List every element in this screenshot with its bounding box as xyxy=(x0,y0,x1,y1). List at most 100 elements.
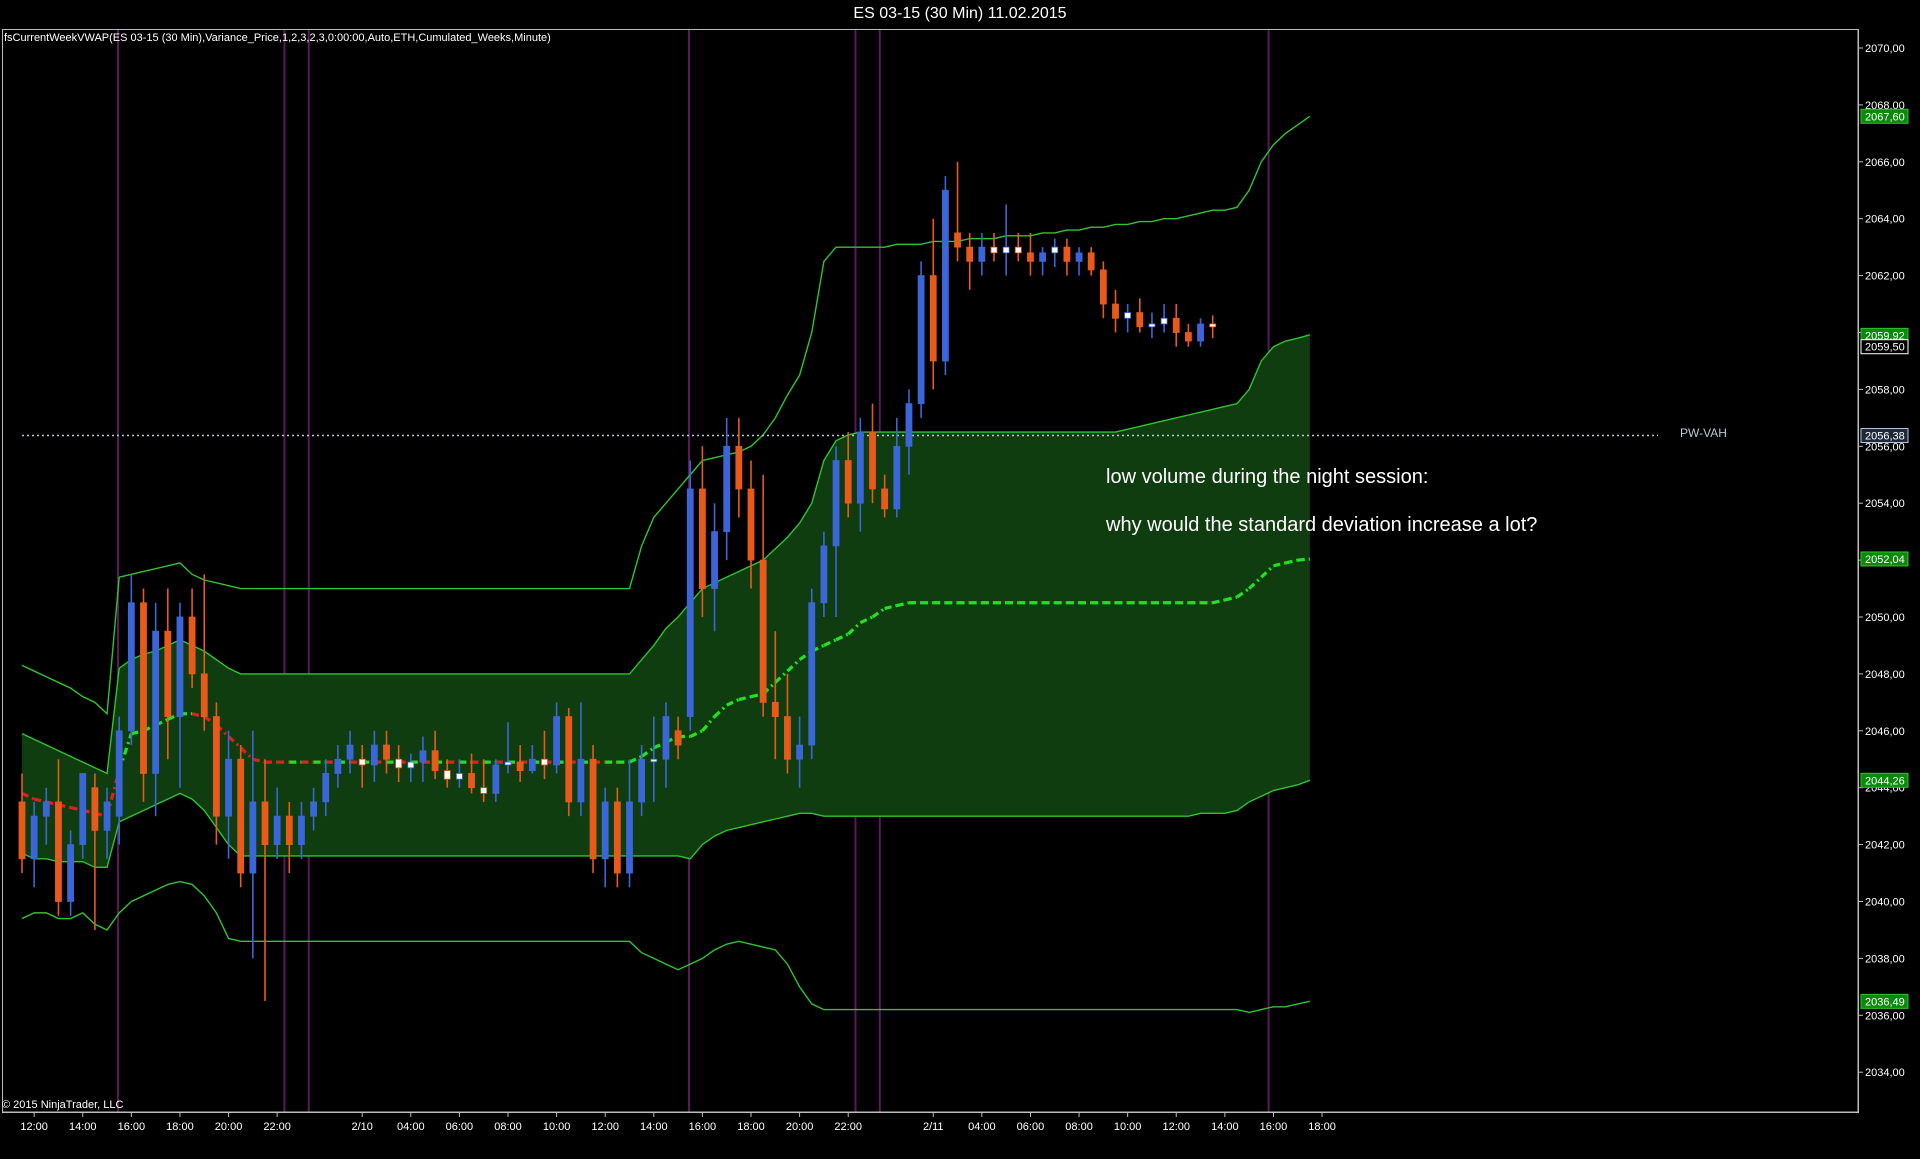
candle-body xyxy=(856,431,864,504)
candle-body xyxy=(516,761,524,772)
candle xyxy=(1063,238,1071,276)
candle xyxy=(978,232,986,276)
candle-body xyxy=(893,445,901,510)
candle-body xyxy=(164,630,172,717)
candle xyxy=(808,588,816,760)
candle-body xyxy=(358,758,366,766)
price-tick-label: 2050,00 xyxy=(1865,612,1905,624)
price-marker-label: 2044,26 xyxy=(1865,775,1905,787)
candle xyxy=(140,588,147,802)
candle-body xyxy=(650,758,658,763)
price-tick-label: 2064,00 xyxy=(1865,214,1905,226)
candle xyxy=(917,261,925,418)
time-tick-label: 18:00 xyxy=(737,1121,765,1133)
annotation-line-1: low volume during the night session: xyxy=(1106,466,1429,488)
candle-body xyxy=(613,801,621,874)
time-tick-label: 22:00 xyxy=(834,1121,862,1133)
candle xyxy=(966,232,974,290)
candle-body xyxy=(699,488,706,589)
candle-body xyxy=(626,801,633,874)
candle-body xyxy=(808,602,816,746)
candle xyxy=(601,787,609,888)
candle xyxy=(954,161,961,262)
annotation-line-2: why would the standard deviation increas… xyxy=(1106,514,1538,536)
price-marker-label: 2036,49 xyxy=(1865,996,1905,1008)
candle-body xyxy=(905,403,913,447)
time-tick-label: 12:00 xyxy=(1162,1121,1190,1133)
price-chart[interactable]: 2070,002068,002066,002064,002062,002060,… xyxy=(0,0,1920,1159)
candle-body xyxy=(966,246,974,262)
candle-body xyxy=(55,801,62,902)
time-tick-label: 2/11 xyxy=(923,1121,944,1133)
candle-body xyxy=(310,801,318,817)
price-tick-label: 2034,00 xyxy=(1865,1067,1905,1079)
candle-body xyxy=(686,488,694,717)
candle-body xyxy=(820,545,828,604)
price-marker-label: 2052,04 xyxy=(1865,554,1905,566)
candle-body xyxy=(212,716,220,817)
time-tick-label: 14:00 xyxy=(1211,1121,1239,1133)
candle-body xyxy=(395,758,403,769)
time-tick-label: 2/10 xyxy=(351,1121,372,1133)
candle-body xyxy=(492,764,500,794)
price-tick-label: 2062,00 xyxy=(1865,271,1905,283)
candle-body xyxy=(601,801,609,860)
candle xyxy=(237,745,245,888)
candle xyxy=(1039,247,1046,276)
candle-body xyxy=(577,758,585,803)
candle-body xyxy=(528,758,536,772)
candle-body xyxy=(784,716,791,760)
candle-body xyxy=(978,246,986,262)
candle xyxy=(188,588,196,689)
candle-body xyxy=(1051,246,1059,254)
candle-body xyxy=(455,773,463,780)
candle xyxy=(1014,232,1022,262)
candle-body xyxy=(1099,269,1107,305)
candle xyxy=(723,417,731,561)
candle-body xyxy=(1160,317,1168,325)
candle-body xyxy=(1112,303,1119,319)
candle-body xyxy=(723,445,731,533)
candle xyxy=(929,218,937,390)
candle-body xyxy=(103,801,111,831)
price-tick-label: 2066,00 xyxy=(1865,157,1905,169)
candle-body xyxy=(443,770,451,780)
price-marker: 2059,50 xyxy=(1860,339,1909,355)
time-tick-label: 08:00 xyxy=(1065,1121,1093,1133)
price-tick-label: 2056,00 xyxy=(1865,441,1905,453)
candle-body xyxy=(711,531,718,589)
time-tick-label: 18:00 xyxy=(166,1121,194,1133)
candle-body xyxy=(152,630,160,774)
candle xyxy=(589,745,597,874)
time-tick-label: 12:00 xyxy=(591,1121,619,1133)
candle xyxy=(869,403,876,504)
price-tick-label: 2046,00 xyxy=(1865,726,1905,738)
candle-body xyxy=(1124,312,1132,319)
candle xyxy=(1197,318,1204,347)
candle-body xyxy=(249,801,257,874)
time-tick-label: 04:00 xyxy=(968,1121,996,1133)
candle-body xyxy=(261,801,269,845)
time-tick-label: 20:00 xyxy=(786,1121,814,1133)
price-marker-label: 2059,50 xyxy=(1865,342,1905,354)
price-tick-label: 2040,00 xyxy=(1865,897,1905,909)
candle-body xyxy=(1002,246,1010,254)
candle-body xyxy=(127,602,135,732)
time-tick-label: 16:00 xyxy=(1260,1121,1288,1133)
time-tick-label: 14:00 xyxy=(640,1121,668,1133)
price-marker: 2036,49 xyxy=(1860,993,1909,1009)
candle xyxy=(1099,261,1107,319)
price-tick-label: 2070,00 xyxy=(1865,43,1905,55)
candle xyxy=(1148,312,1156,339)
candle-body xyxy=(188,616,196,675)
candle-body xyxy=(115,730,123,817)
candle-body xyxy=(334,758,342,774)
price-marker: 2052,04 xyxy=(1860,551,1909,567)
candle-body xyxy=(771,701,779,717)
candle xyxy=(1124,304,1132,333)
candle-body xyxy=(589,758,597,860)
candle-body xyxy=(917,275,925,405)
price-tick-label: 2036,00 xyxy=(1865,1010,1905,1022)
candle-body xyxy=(322,773,330,803)
candle-body xyxy=(1172,317,1180,333)
